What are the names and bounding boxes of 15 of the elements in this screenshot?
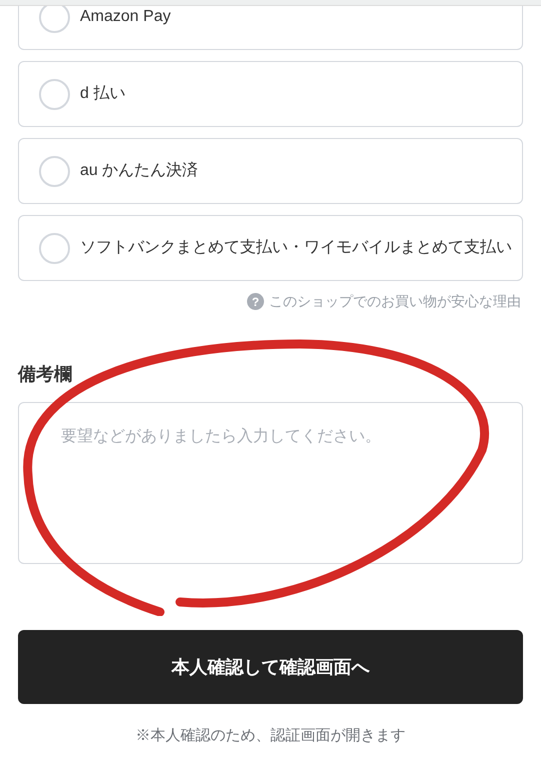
- help-icon: ?: [247, 293, 264, 310]
- radio-button[interactable]: [39, 156, 70, 186]
- section-heading: 備考欄: [18, 363, 73, 386]
- submit-button[interactable]: 本人確認して確認画面へ: [18, 630, 523, 704]
- option-label: au かんたん決済: [80, 160, 198, 181]
- option-label: ソフトバンクまとめて支払い・ワイモバイルまとめて支払い: [80, 238, 512, 258]
- option-label: d 払い: [80, 84, 126, 104]
- payment-option[interactable]: au かんたん決済: [18, 138, 523, 204]
- radio-button[interactable]: [39, 78, 70, 110]
- radio-button[interactable]: [39, 232, 70, 264]
- option-label: Amazon Pay: [80, 7, 171, 27]
- payment-option[interactable]: ソフトバンクまとめて支払い・ワイモバイルまとめて支払い: [18, 215, 523, 281]
- payment-option[interactable]: d 払い: [18, 61, 523, 127]
- remarks-field[interactable]: 要望などがありましたら入力してください。: [18, 402, 523, 564]
- note-text: ※本人確認のため、認証画面が開きます: [134, 726, 406, 746]
